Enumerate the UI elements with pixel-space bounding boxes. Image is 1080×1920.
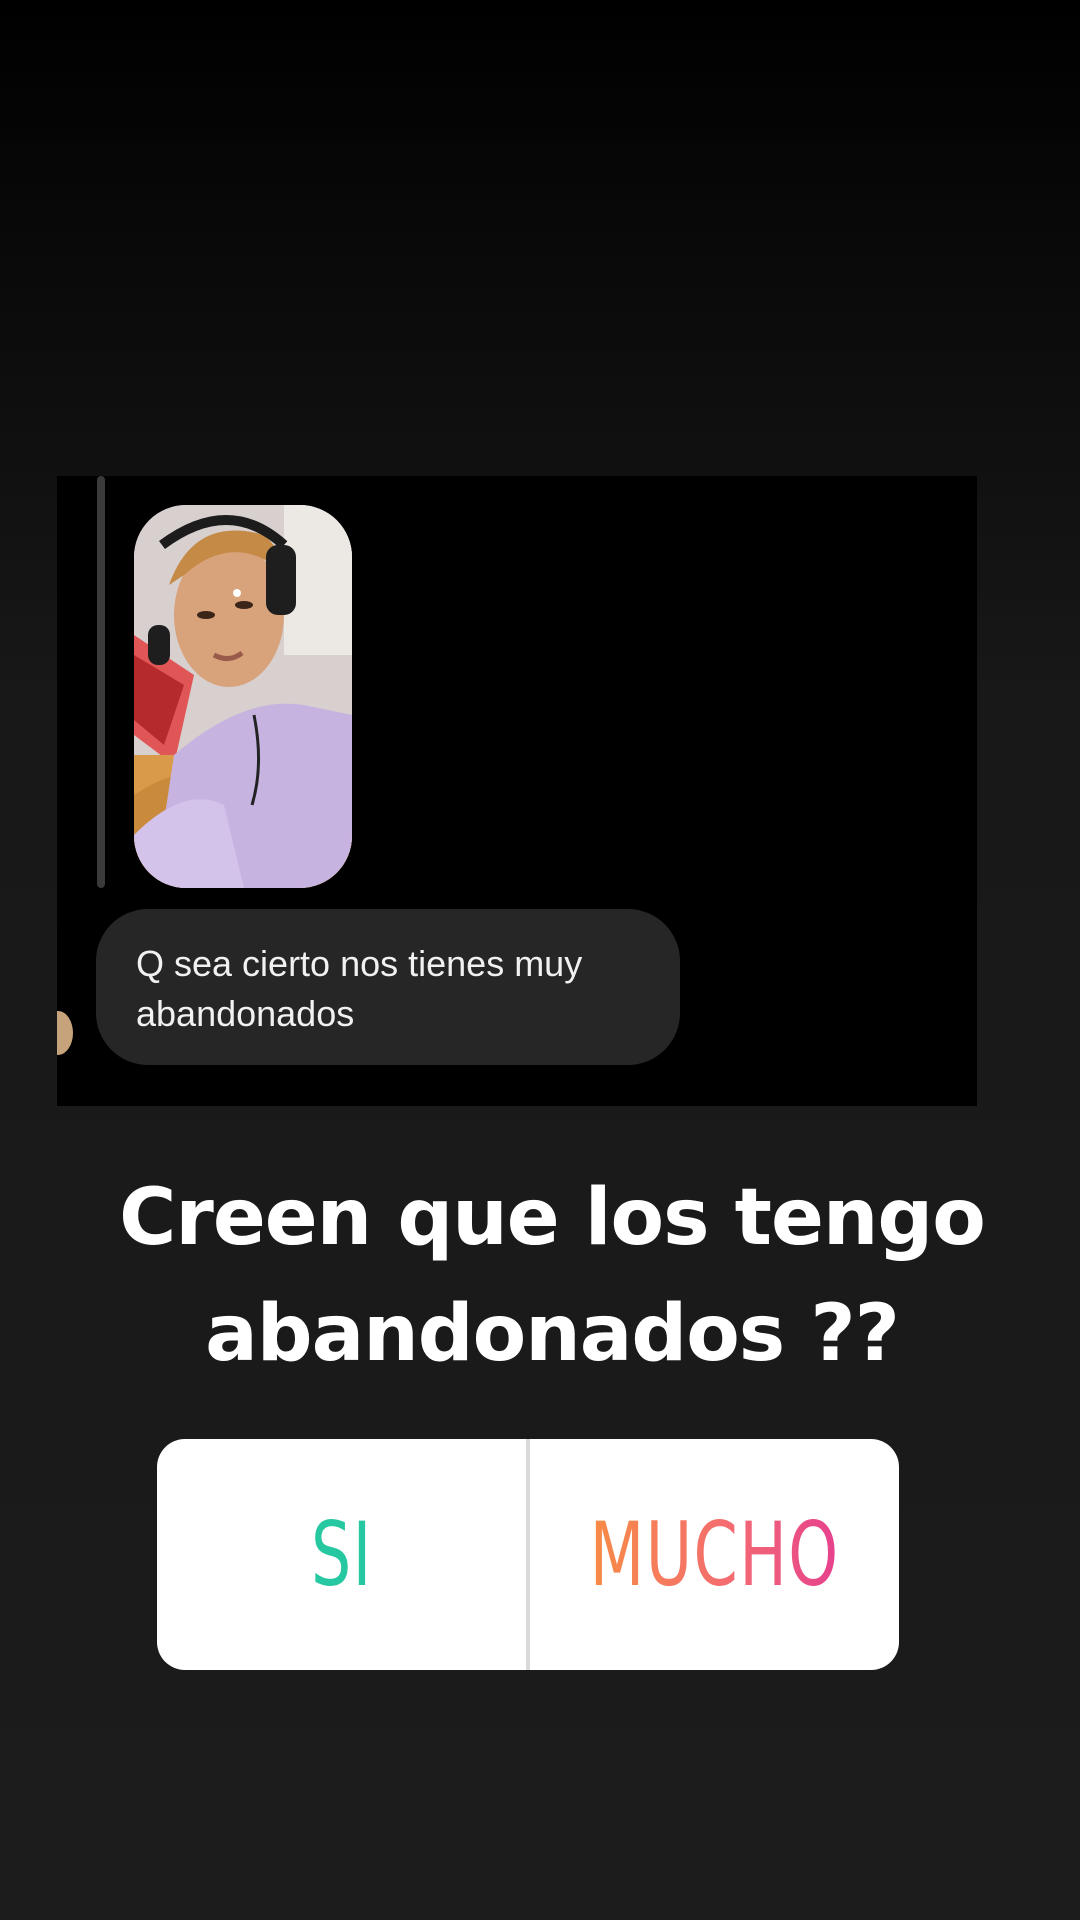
question-line-1: Creen que los tengo — [119, 1173, 986, 1263]
message-text: Q sea cierto nos tienes muy abandonados — [136, 943, 583, 1034]
message-bubble[interactable]: Q sea cierto nos tienes muy abandonados — [96, 909, 680, 1065]
dm-screenshot-card: Q sea cierto nos tienes muy abandonados — [57, 476, 977, 1106]
poll-sticker: SI MUCHO — [157, 1439, 899, 1670]
reply-indicator-bar — [97, 476, 105, 888]
story-reply-thumbnail[interactable] — [134, 505, 352, 888]
poll-option-mucho-label: MUCHO — [589, 1502, 840, 1606]
story-photo — [134, 505, 352, 888]
poll-option-si[interactable]: SI — [157, 1439, 526, 1670]
poll-option-mucho[interactable]: MUCHO — [530, 1439, 899, 1670]
poll-question: Creen que los tengo abandonados ?? — [90, 1160, 1014, 1392]
question-line-2: abandonados ?? — [205, 1289, 900, 1379]
poll-option-si-label: SI — [310, 1502, 373, 1606]
sender-avatar[interactable] — [57, 1011, 73, 1055]
